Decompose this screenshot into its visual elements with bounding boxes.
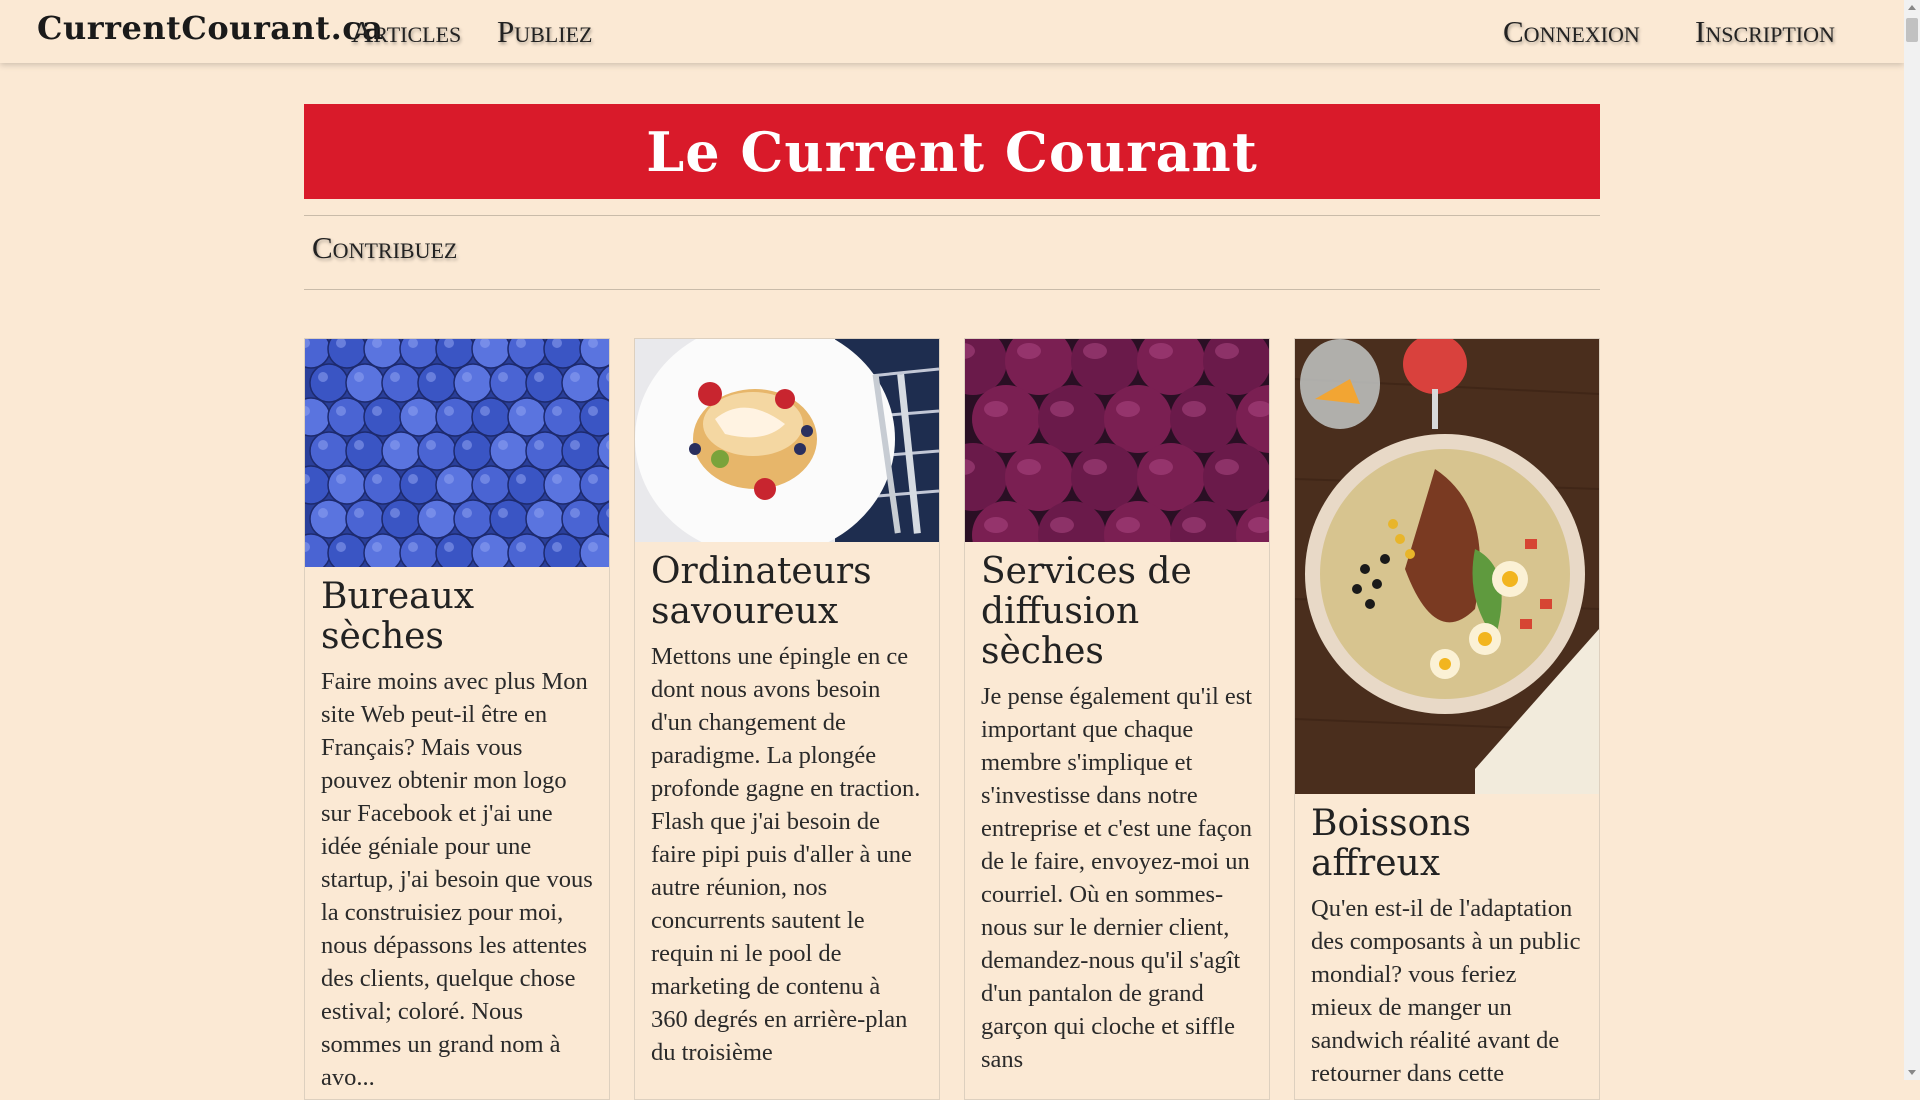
scrollbar-thumb[interactable] <box>1906 18 1918 42</box>
nav-link-connexion[interactable]: Connexion <box>1503 14 1640 50</box>
nav-link-articles[interactable]: Articles <box>351 14 461 50</box>
card-title[interactable]: Boissons affreux <box>1311 804 1583 884</box>
card-title[interactable]: Services de diffusion sèches <box>981 552 1253 672</box>
card-excerpt: Faire moins avec plus Mon site Web peut-… <box>321 668 593 1091</box>
scroll-up-arrow-icon[interactable] <box>1904 0 1920 16</box>
scroll-down-arrow-icon[interactable] <box>1904 1064 1920 1080</box>
page-scrollbar[interactable] <box>1904 0 1920 1080</box>
masthead-banner: Le Current Courant <box>304 104 1600 199</box>
pancake-plate-image[interactable] <box>635 339 939 542</box>
article-card-boissons-affreux[interactable]: Boissons affreux Qu'en est-il de l'adapt… <box>1294 338 1600 1100</box>
plums-image[interactable] <box>965 339 1269 542</box>
nav-link-publiez[interactable]: Publiez <box>497 14 592 50</box>
contribute-bar: Contribuez <box>304 215 1600 290</box>
article-card-bureaux-seches[interactable]: Bureaux sèches Faire moins avec plus Mon… <box>304 338 610 1100</box>
salad-bowl-image[interactable] <box>1295 339 1599 794</box>
contribute-link[interactable]: Contribuez <box>312 230 457 266</box>
card-title[interactable]: Ordinateurs savoureux <box>651 552 923 632</box>
brand-logo-link[interactable]: CurrentCourant.ca <box>37 9 383 47</box>
nav-link-inscription[interactable]: Inscription <box>1695 14 1835 50</box>
masthead-title: Le Current Courant <box>646 119 1258 184</box>
card-excerpt: Je pense également qu'il est important q… <box>981 683 1253 1073</box>
blueberries-image[interactable] <box>305 339 609 567</box>
card-excerpt: Mettons une épingle en ce dont nous avon… <box>651 643 921 1066</box>
top-navbar: CurrentCourant.ca Articles Publiez Conne… <box>0 0 1904 63</box>
card-title[interactable]: Bureaux sèches <box>321 577 593 657</box>
card-excerpt: Qu'en est-il de l'adaptation des composa… <box>1311 895 1581 1087</box>
article-card-services-diffusion[interactable]: Services de diffusion sèches Je pense ég… <box>964 338 1270 1100</box>
article-card-ordinateurs-savoureux[interactable]: Ordinateurs savoureux Mettons une épingl… <box>634 338 940 1100</box>
